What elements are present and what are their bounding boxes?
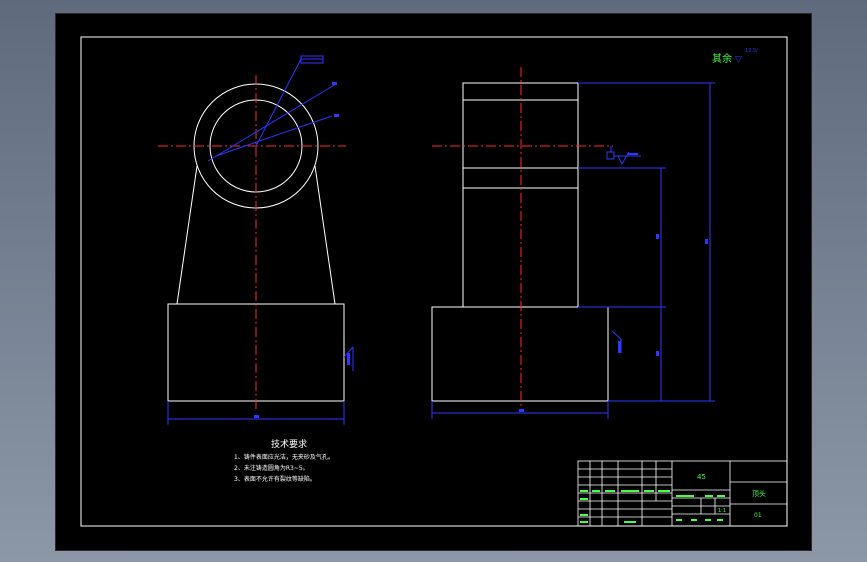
- cell-mark: [676, 519, 682, 521]
- scale-text: 1:1: [718, 508, 726, 514]
- leader-line: [215, 115, 333, 157]
- tech-req-line: 3、表面不允许有裂纹等缺陷。: [234, 475, 316, 483]
- cell-mark: [580, 498, 588, 500]
- material-text: 45: [697, 473, 706, 481]
- dim-mark: [656, 234, 659, 239]
- dim-mark: [332, 82, 337, 85]
- dim-mark: [656, 351, 659, 356]
- cell-mark: [624, 521, 636, 523]
- cell-mark: [717, 495, 725, 497]
- cad-drawing: 其余 ▽ 12.5/ 技术要求 1、铸件表面应光洁，无夹砂及气孔。 2、未注铸造…: [80, 36, 788, 527]
- datum-box: [606, 151, 615, 160]
- cell-mark: [705, 519, 711, 521]
- lower-block: [431, 306, 609, 402]
- tech-req-line: 2、未注铸造圆角为R3~5。: [234, 464, 309, 472]
- cell-mark: [592, 490, 600, 492]
- drawing-frame: [80, 36, 788, 527]
- technical-requirements: 技术要求 1、铸件表面应光洁，无夹砂及气孔。 2、未注铸造圆角为R3~5。 3、…: [234, 438, 334, 483]
- dim-mark: [347, 353, 350, 365]
- cell-mark: [717, 519, 723, 521]
- tech-req-line: 1、铸件表面应光洁，无夹砂及气孔。: [234, 453, 334, 461]
- dimension-marks: [254, 82, 708, 418]
- cell-mark: [580, 521, 588, 523]
- cell-mark: [676, 495, 694, 497]
- finish-note-label: 其余: [712, 52, 732, 65]
- dim-mark: [254, 415, 259, 418]
- tech-req-title: 技术要求: [271, 438, 307, 450]
- finish-note-value: 12.5/: [745, 48, 758, 54]
- leader-line: [255, 58, 302, 147]
- cell-mark: [621, 490, 639, 492]
- side-view: [431, 82, 609, 402]
- drawing-sheet: 其余 ▽ 12.5/ 技术要求 1、铸件表面应光洁，无夹砂及气孔。 2、未注铸造…: [55, 13, 812, 551]
- roughness-symbol: [617, 151, 630, 166]
- leader-line: [207, 83, 337, 162]
- right-taper-edge: [314, 165, 336, 305]
- dim-mark: [705, 239, 708, 244]
- cell-mark: [644, 490, 654, 492]
- dim-mark: [334, 114, 339, 117]
- front-dimensions: [167, 55, 354, 425]
- dim-mark: [519, 409, 524, 412]
- cell-mark: [580, 514, 588, 516]
- leader-line: [611, 330, 622, 340]
- left-taper-edge: [176, 165, 198, 305]
- cell-mark: [691, 519, 697, 521]
- dim-mark: [628, 153, 638, 155]
- dim-mark: [618, 341, 621, 353]
- finish-note-symbol: ▽: [735, 55, 742, 65]
- side-centerlines: [432, 67, 613, 409]
- cell-mark: [658, 490, 670, 492]
- cell-mark: [580, 490, 588, 492]
- part-name-text: 顶头: [752, 489, 766, 498]
- finish-note: 其余 ▽ 12.5/: [712, 48, 758, 65]
- drawing-no-text: 01: [754, 512, 762, 519]
- side-dimensions: [431, 82, 715, 419]
- cell-mark: [705, 495, 713, 497]
- cell-mark: [605, 490, 615, 492]
